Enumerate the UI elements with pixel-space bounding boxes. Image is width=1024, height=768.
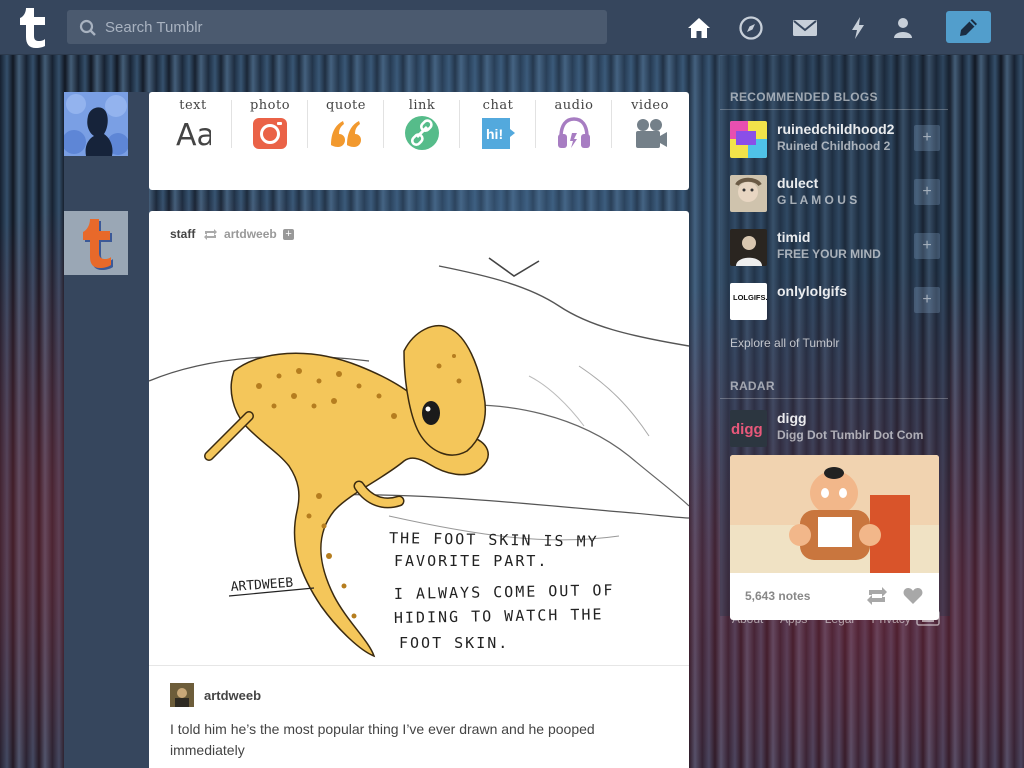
avatar-text: LOLGIFS.NET	[733, 293, 767, 302]
pencil-icon	[960, 19, 977, 36]
text-icon: Aa	[176, 118, 211, 151]
footer-links: About Apps Legal Privacy	[732, 612, 925, 626]
keyboard-icon[interactable]	[916, 610, 940, 626]
blog-avatar	[730, 229, 767, 266]
top-bar	[0, 0, 1024, 55]
reblog-icon[interactable]	[866, 587, 888, 605]
blog-avatar: digg	[730, 410, 767, 447]
blog-avatar	[730, 175, 767, 212]
post-type-bar: text Aa photo quote link chat hi! audio …	[149, 92, 689, 190]
post-type-audio[interactable]: audio	[536, 98, 612, 158]
notes-count[interactable]: 5,643 notes	[745, 589, 810, 603]
search-input[interactable]	[105, 10, 595, 44]
follow-source-button[interactable]: +	[283, 229, 295, 241]
video-icon	[636, 119, 667, 148]
post-type-label: link	[408, 98, 436, 113]
footer-link-legal[interactable]: Legal	[825, 612, 854, 626]
blog-name[interactable]: digg	[777, 410, 807, 426]
art-text-line: HIDING TO WATCH THE	[394, 605, 604, 627]
blog-description: Digg Dot Tumblr Dot Com	[777, 428, 924, 442]
post-divider	[149, 665, 689, 666]
footer-link-apps[interactable]: Apps	[780, 612, 807, 626]
svg-text:Aa: Aa	[176, 118, 211, 151]
avatar-text: digg	[731, 421, 763, 438]
art-text-line: FAVORITE PART.	[394, 552, 548, 570]
blog-name[interactable]: dulect	[777, 175, 818, 191]
art-text-line: THE FOOT SKIN IS MY	[389, 529, 599, 551]
post-type-label: chat	[482, 98, 514, 113]
dashboard-column	[64, 92, 149, 768]
svg-text:hi!: hi!	[486, 126, 503, 142]
recommended-blog[interactable]: LOLGIFS.NET onlylolgifs +	[730, 281, 940, 321]
blog-avatar	[730, 121, 767, 158]
post-source-blog[interactable]: artdweeb	[224, 227, 277, 241]
caption-avatar[interactable]	[170, 683, 194, 707]
reblog-icon	[203, 229, 217, 241]
photo-icon	[253, 118, 287, 149]
explore-link[interactable]: Explore all of Tumblr	[730, 336, 839, 350]
blog-description: G L A M O U S	[777, 193, 858, 207]
staff-avatar[interactable]	[64, 211, 128, 275]
radar-image[interactable]	[730, 455, 939, 573]
activity-icon[interactable]	[845, 15, 871, 41]
caption-blog-name[interactable]: artdweeb	[204, 688, 261, 703]
quote-icon	[331, 121, 361, 147]
chat-icon: hi!	[482, 118, 515, 149]
search-box[interactable]	[67, 10, 607, 44]
art-text-line: I ALWAYS COME OUT OF	[394, 581, 615, 603]
blog-name[interactable]: timid	[777, 229, 810, 245]
post-type-chat[interactable]: chat hi!	[460, 98, 536, 158]
explore-icon[interactable]	[738, 15, 764, 41]
post-blog-name[interactable]: staff	[170, 227, 195, 241]
recommended-blog[interactable]: timid FREE YOUR MIND +	[730, 227, 940, 267]
account-icon[interactable]	[890, 15, 916, 41]
audio-icon	[558, 117, 590, 148]
tumblr-logo-icon[interactable]	[17, 6, 51, 48]
art-text-line: FOOT SKIN.	[399, 634, 509, 652]
post-type-label: video	[631, 98, 669, 113]
post-type-video[interactable]: video	[612, 98, 688, 158]
blog-name[interactable]: onlylolgifs	[777, 283, 847, 299]
search-icon	[79, 19, 96, 36]
my-avatar[interactable]	[62, 92, 129, 156]
radar-title: RADAR	[730, 379, 775, 393]
follow-button[interactable]: +	[914, 125, 940, 151]
post-type-text[interactable]: text Aa	[155, 98, 231, 158]
post-type-label: quote	[326, 98, 366, 113]
home-icon[interactable]	[686, 15, 712, 41]
post-type-label: audio	[554, 98, 594, 113]
recommended-blog[interactable]: dulect G L A M O U S +	[730, 173, 940, 213]
post-caption: I told him he’s the most popular thing I…	[170, 721, 595, 758]
post-type-link[interactable]: link	[384, 98, 460, 158]
inbox-icon[interactable]	[792, 15, 818, 41]
post-type-label: text	[179, 98, 207, 113]
link-icon	[405, 116, 439, 150]
post-type-photo[interactable]: photo	[232, 98, 308, 158]
blog-name[interactable]: ruinedchildhood2	[777, 121, 894, 137]
recommended-blog[interactable]: ruinedchildhood2 Ruined Childhood 2 +	[730, 119, 940, 159]
like-icon[interactable]	[903, 587, 923, 605]
follow-button[interactable]: +	[914, 287, 940, 313]
recommended-title: RECOMMENDED BLOGS	[730, 90, 878, 104]
post-image[interactable]: ARTDWEEB THE FOOT SKIN IS MY FAVORITE PA…	[149, 256, 689, 666]
footer-link-privacy[interactable]: Privacy	[871, 612, 910, 626]
post-card: staff artdweeb + ARTDWEEB THE FOOT SKIN …	[149, 211, 689, 768]
follow-button[interactable]: +	[914, 233, 940, 259]
blog-description: FREE YOUR MIND	[777, 247, 881, 261]
footer-link-about[interactable]: About	[732, 612, 763, 626]
radar-post[interactable]: 5,643 notes	[730, 455, 939, 620]
compose-button[interactable]	[946, 11, 991, 43]
follow-button[interactable]: +	[914, 179, 940, 205]
blog-description: Ruined Childhood 2	[777, 139, 891, 153]
radar-blog[interactable]: digg digg Digg Dot Tumblr Dot Com	[730, 408, 940, 448]
blog-avatar: LOLGIFS.NET	[730, 283, 767, 320]
post-header: staff artdweeb +	[170, 227, 295, 243]
post-type-quote[interactable]: quote	[308, 98, 384, 158]
right-sidebar: RECOMMENDED BLOGS ruinedchildhood2 Ruine…	[720, 56, 950, 768]
post-type-label: photo	[249, 98, 291, 113]
